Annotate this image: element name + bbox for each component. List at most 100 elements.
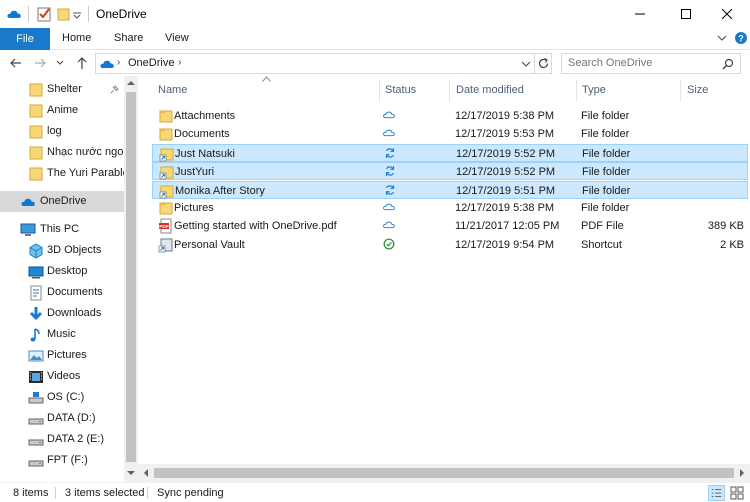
svg-text:PDF: PDF <box>159 224 169 230</box>
file-row[interactable]: Monika After Story 12/17/2019 5:51 PM File… <box>152 180 748 199</box>
nav-item-os-c[interactable]: OS (C:) <box>0 387 124 408</box>
nav-item-label: Downloads <box>47 307 102 319</box>
nav-item-desktop[interactable]: Desktop <box>0 261 124 282</box>
nav-item-pictures[interactable]: Pictures <box>0 345 124 366</box>
file-list: Name Status Date modified Type Size Atta… <box>138 76 750 482</box>
search-input[interactable] <box>568 57 718 69</box>
nav-item-onedrive[interactable]: OneDrive <box>0 191 124 212</box>
scroll-up-icon[interactable] <box>127 79 135 87</box>
minimize-button[interactable] <box>617 0 663 28</box>
column-separator[interactable] <box>576 80 577 102</box>
tab-file[interactable]: File <box>0 28 50 50</box>
nav-item-videos[interactable]: Videos <box>0 366 124 387</box>
navigation-scrollbar-thumb[interactable] <box>126 92 136 462</box>
nav-item-the-yuri-parable[interactable]: The Yuri Parable <box>0 163 124 184</box>
maximize-button[interactable] <box>663 0 709 28</box>
navigation-scrollbar[interactable] <box>124 76 138 482</box>
file-row[interactable]: Attachments 12/17/2019 5:38 PM File folder <box>152 107 748 125</box>
file-row[interactable]: Documents 12/17/2019 5:53 PM File folder <box>152 125 748 143</box>
column-header-status[interactable]: Status <box>385 84 416 96</box>
file-type: Shortcut <box>581 238 622 251</box>
nav-item-fpt-f[interactable]: FPT (F:) <box>0 450 124 471</box>
horizontal-scrollbar[interactable] <box>138 464 750 482</box>
ribbon: File Home Share View ? <box>0 28 750 50</box>
drive-icon <box>28 418 44 425</box>
file-date: 12/17/2019 5:38 PM <box>455 202 555 214</box>
file-row[interactable]: JustYuri 12/17/2019 5:52 PM File folder <box>152 162 748 181</box>
pin-icon[interactable] <box>109 85 119 95</box>
nav-item-log[interactable]: log <box>0 121 124 142</box>
nav-item-3d-objects[interactable]: 3D Objects <box>0 240 124 261</box>
file-row[interactable]: PDF Getting started with OneDrive.pdf 11/2… <box>152 217 748 235</box>
nav-item-nhac-nuoc-ngoai[interactable]: Nhạc nước ngoà <box>0 142 124 163</box>
details-view-icon[interactable] <box>708 485 725 501</box>
onedrive-cloud-icon <box>21 198 35 206</box>
customize-toolbar-icon[interactable] <box>72 6 82 22</box>
file-row[interactable]: Pictures 12/17/2019 5:38 PM File folder <box>152 199 748 217</box>
search-icon[interactable] <box>722 58 734 70</box>
column-header-name[interactable]: Name <box>158 84 187 96</box>
downloads-icon <box>29 307 43 321</box>
file-date: 12/17/2019 9:54 PM <box>455 238 555 251</box>
cloud-status-icon <box>383 111 395 119</box>
title-separator <box>88 6 89 22</box>
nav-item-this-pc[interactable]: This PC <box>0 219 124 240</box>
tab-home[interactable]: Home <box>62 32 91 44</box>
forward-button[interactable] <box>32 55 48 71</box>
nav-item-downloads[interactable]: Downloads <box>0 303 124 324</box>
nav-item-label: Videos <box>47 370 81 382</box>
nav-item-data2-e[interactable]: DATA 2 (E:) <box>0 429 124 450</box>
file-date: 11/21/2017 12:05 PM <box>455 220 560 233</box>
scroll-right-icon[interactable] <box>738 469 746 477</box>
sync-pending-icon <box>385 184 395 195</box>
folder-icon <box>29 104 43 118</box>
horizontal-scrollbar-thumb[interactable] <box>154 468 734 478</box>
properties-icon[interactable] <box>36 6 52 22</box>
file-name: Just Natsuki <box>175 147 235 160</box>
forward-arrow-icon <box>35 58 46 68</box>
expand-ribbon-icon[interactable] <box>716 32 728 44</box>
nav-item-label: This PC <box>40 223 80 235</box>
scroll-down-icon[interactable] <box>127 469 135 477</box>
file-type: File folder <box>582 166 631 179</box>
help-icon[interactable]: ? <box>734 31 748 45</box>
recent-locations-button[interactable] <box>55 55 65 71</box>
selected-count: 3 items selected <box>65 487 145 499</box>
desktop-icon <box>28 266 44 279</box>
close-button[interactable] <box>704 0 750 28</box>
maximize-icon <box>681 9 691 19</box>
breadcrumb-onedrive[interactable]: OneDrive <box>128 57 174 69</box>
os-drive-icon <box>28 392 44 404</box>
nav-item-label: log <box>47 125 62 137</box>
file-row[interactable]: Just Natsuki 12/17/2019 5:52 PM File folde… <box>152 143 748 162</box>
folder-shortcut-icon <box>159 148 174 162</box>
search-box[interactable] <box>561 53 741 74</box>
scroll-left-icon[interactable] <box>142 469 150 477</box>
file-date: 12/17/2019 5:52 PM <box>456 147 556 160</box>
column-header-date-modified[interactable]: Date modified <box>456 84 524 96</box>
file-type: File folder <box>581 202 630 214</box>
refresh-icon[interactable] <box>537 57 550 70</box>
nav-item-music[interactable]: Music <box>0 324 124 345</box>
column-separator[interactable] <box>379 80 380 102</box>
nav-item-shelter[interactable]: Shelter <box>0 79 124 100</box>
column-header-size[interactable]: Size <box>687 84 708 96</box>
vault-shortcut-icon <box>158 238 173 253</box>
address-bar[interactable]: › OneDrive › <box>95 53 552 74</box>
column-header-type[interactable]: Type <box>582 84 606 96</box>
column-separator[interactable] <box>449 80 450 102</box>
tab-view[interactable]: View <box>165 32 189 44</box>
column-separator[interactable] <box>680 80 681 102</box>
up-button[interactable] <box>74 55 90 71</box>
onedrive-cloud-icon <box>7 10 21 18</box>
nav-item-data-d[interactable]: DATA (D:) <box>0 408 124 429</box>
tab-share[interactable]: Share <box>114 32 143 44</box>
address-history-icon[interactable] <box>521 60 531 68</box>
file-row[interactable]: Personal Vault 12/17/2019 9:54 PM Shortcut… <box>152 236 748 254</box>
nav-item-anime[interactable]: Anime <box>0 100 124 121</box>
back-button[interactable] <box>8 55 24 71</box>
nav-item-documents[interactable]: Documents <box>0 282 124 303</box>
large-icons-view-icon[interactable] <box>729 485 746 501</box>
new-folder-icon[interactable] <box>56 6 72 22</box>
folder-icon <box>29 125 43 139</box>
